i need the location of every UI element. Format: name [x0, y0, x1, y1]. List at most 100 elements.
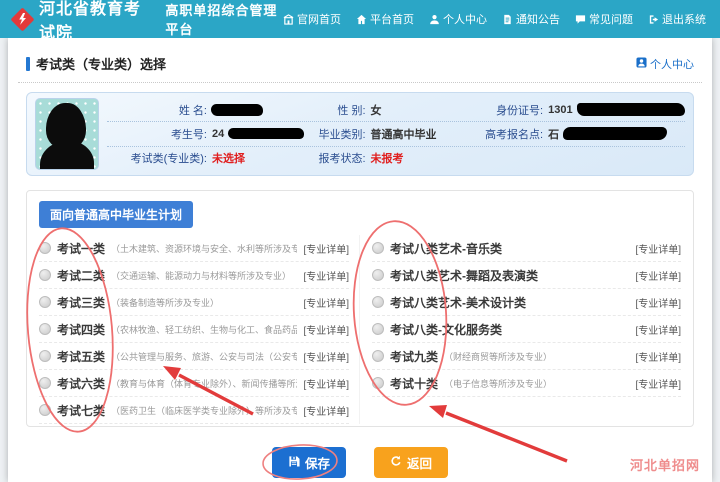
exam-class-radio[interactable] [372, 269, 384, 281]
top-header: 河北省教育考试院 高职单招综合管理平台 官网首页 平台首页 个人中心 通知公告 … [0, 0, 720, 38]
personal-center-label: 个人中心 [650, 56, 694, 72]
exam-class-row: 考试一类 （土木建筑、资源环境与安全、水利等所涉及专业） [专业详单] [39, 235, 349, 262]
exam-class-radio[interactable] [372, 296, 384, 308]
platform-home-icon [356, 14, 367, 25]
profile-panel: 姓 名: 性 别: 女 身份证号: 1301 考生号: 24 [26, 92, 694, 176]
field-exam-class: 考试类(专业类): 未选择 [107, 150, 304, 166]
exam-class-radio[interactable] [39, 377, 51, 389]
major-detail-link[interactable]: [专业详单] [635, 322, 681, 337]
exam-class-radio[interactable] [39, 404, 51, 416]
major-detail-link[interactable]: [专业详单] [303, 268, 349, 283]
exam-class-radio[interactable] [372, 242, 384, 254]
back-button[interactable]: 返回 [374, 447, 448, 478]
faq-icon [575, 14, 586, 25]
major-detail-link[interactable]: [专业详单] [303, 403, 349, 418]
plan-badge: 面向普通高中毕业生计划 [39, 201, 193, 228]
profile-grid: 姓 名: 性 别: 女 身份证号: 1301 考生号: 24 [107, 98, 685, 170]
exam-class-row: 考试五类 （公共管理与服务、旅游、公安与司法（公安专业除外）等所涉及专业） [专… [39, 343, 349, 370]
exam-class-name[interactable]: 考试八类-文化服务类 [390, 321, 502, 338]
content-card: 考试类（专业类）选择 个人中心 姓 名: 性 别: 女 身份证号: [8, 38, 712, 482]
major-detail-link[interactable]: [专业详单] [303, 295, 349, 310]
exam-class-radio[interactable] [39, 242, 51, 254]
field-apply-status: 报考状态: 未报考 [304, 150, 472, 166]
major-detail-link[interactable]: [专业详单] [635, 295, 681, 310]
candidate-no-redaction [228, 128, 303, 139]
name-label: 姓 名: [107, 102, 207, 118]
nav-faq[interactable]: 常见问题 [575, 11, 633, 27]
nav-label: 平台首页 [370, 11, 414, 27]
exam-class-name[interactable]: 考试十类 [390, 375, 438, 392]
plan-columns: 考试一类 （土木建筑、资源环境与安全、水利等所涉及专业） [专业详单] 考试二类… [39, 235, 681, 424]
nav-site-home[interactable]: 官网首页 [283, 11, 341, 27]
exam-class-row: 考试二类 （交通运输、能源动力与材料等所涉及专业） [专业详单] [39, 262, 349, 289]
title-accent-bar [26, 57, 30, 71]
personal-center-icon [636, 57, 647, 71]
action-buttons: 保存 返回 [18, 447, 702, 478]
candidate-no-value: 24 [212, 128, 224, 140]
exam-class-row: 考试六类 （教育与体育（体育专业除外）、新闻传播等所涉及专业） [专业详单] [39, 370, 349, 397]
exam-class-desc: （交通运输、能源动力与材料等所涉及专业） [111, 269, 297, 282]
exam-class-name[interactable]: 考试五类 [57, 348, 105, 365]
field-grad-type: 毕业类别: 普通高中毕业 [304, 126, 472, 142]
exam-class-radio[interactable] [39, 269, 51, 281]
nav-notice[interactable]: 通知公告 [502, 11, 560, 27]
exam-class-radio[interactable] [372, 350, 384, 362]
major-detail-link[interactable]: [专业详单] [303, 322, 349, 337]
exam-class-radio[interactable] [39, 323, 51, 335]
major-detail-link[interactable]: [专业详单] [635, 268, 681, 283]
exam-class-row: 考试九类 （财经商贸等所涉及专业） [专业详单] [372, 343, 681, 370]
exam-class-name[interactable]: 考试八类艺术-音乐类 [390, 240, 502, 257]
nav-logout[interactable]: 退出系统 [648, 11, 706, 27]
exam-class-name[interactable]: 考试六类 [57, 375, 105, 392]
exam-class-label: 考试类(专业类): [107, 150, 207, 166]
exam-class-name[interactable]: 考试八类艺术-舞蹈及表演类 [390, 267, 538, 284]
major-detail-link[interactable]: [专业详单] [635, 376, 681, 391]
nav-label: 官网首页 [297, 11, 341, 27]
exam-class-desc: （土木建筑、资源环境与安全、水利等所涉及专业） [111, 242, 297, 255]
save-button[interactable]: 保存 [272, 447, 346, 478]
exam-class-name[interactable]: 考试四类 [57, 321, 105, 338]
notice-icon [502, 14, 513, 25]
field-reg-point: 高考报名点: 石 [471, 126, 685, 142]
exam-class-radio[interactable] [39, 350, 51, 362]
logo-icon [10, 7, 34, 31]
reg-point-value: 石 [548, 126, 559, 142]
field-id-number: 身份证号: 1301 [471, 102, 685, 118]
exam-class-radio[interactable] [372, 377, 384, 389]
nav-label: 个人中心 [443, 11, 487, 27]
nav-platform-home[interactable]: 平台首页 [356, 11, 414, 27]
nav-user-center[interactable]: 个人中心 [429, 11, 487, 27]
major-detail-link[interactable]: [专业详单] [635, 349, 681, 364]
page-title: 考试类（专业类）选择 [36, 54, 166, 73]
gender-value: 女 [371, 102, 382, 118]
major-detail-link[interactable]: [专业详单] [635, 241, 681, 256]
exam-class-name[interactable]: 考试九类 [390, 348, 438, 365]
gender-label: 性 别: [304, 102, 366, 118]
exam-class-name[interactable]: 考试二类 [57, 267, 105, 284]
reg-point-redaction [563, 127, 667, 140]
brand-subtitle: 高职单招综合管理平台 [165, 0, 283, 38]
exam-class-radio[interactable] [372, 323, 384, 335]
name-redaction [211, 104, 263, 116]
exam-class-name[interactable]: 考试三类 [57, 294, 105, 311]
exam-class-desc: （教育与体育（体育专业除外）、新闻传播等所涉及专业） [111, 377, 297, 390]
logout-icon [648, 14, 659, 25]
exam-class-name[interactable]: 考试七类 [57, 402, 105, 419]
personal-center-link[interactable]: 个人中心 [636, 56, 694, 72]
exam-class-desc: （电子信息等所涉及专业） [444, 377, 629, 390]
brand: 河北省教育考试院 高职单招综合管理平台 [14, 0, 283, 43]
exam-class-desc: （财经商贸等所涉及专业） [444, 350, 629, 363]
exam-class-name[interactable]: 考试八类艺术-美术设计类 [390, 294, 526, 311]
exam-class-name[interactable]: 考试一类 [57, 240, 105, 257]
major-detail-link[interactable]: [专业详单] [303, 376, 349, 391]
exam-class-radio[interactable] [39, 296, 51, 308]
id-redaction [577, 103, 685, 116]
id-label: 身份证号: [471, 102, 543, 118]
exam-class-row: 考试十类 （电子信息等所涉及专业） [专业详单] [372, 370, 681, 397]
major-detail-link[interactable]: [专业详单] [303, 349, 349, 364]
exam-class-row: 考试三类 （装备制造等所涉及专业） [专业详单] [39, 289, 349, 316]
plan-panel: 面向普通高中毕业生计划 考试一类 （土木建筑、资源环境与安全、水利等所涉及专业）… [26, 190, 694, 427]
photo-redaction [40, 141, 95, 170]
profile-row: 姓 名: 性 别: 女 身份证号: 1301 [107, 98, 685, 122]
major-detail-link[interactable]: [专业详单] [303, 241, 349, 256]
